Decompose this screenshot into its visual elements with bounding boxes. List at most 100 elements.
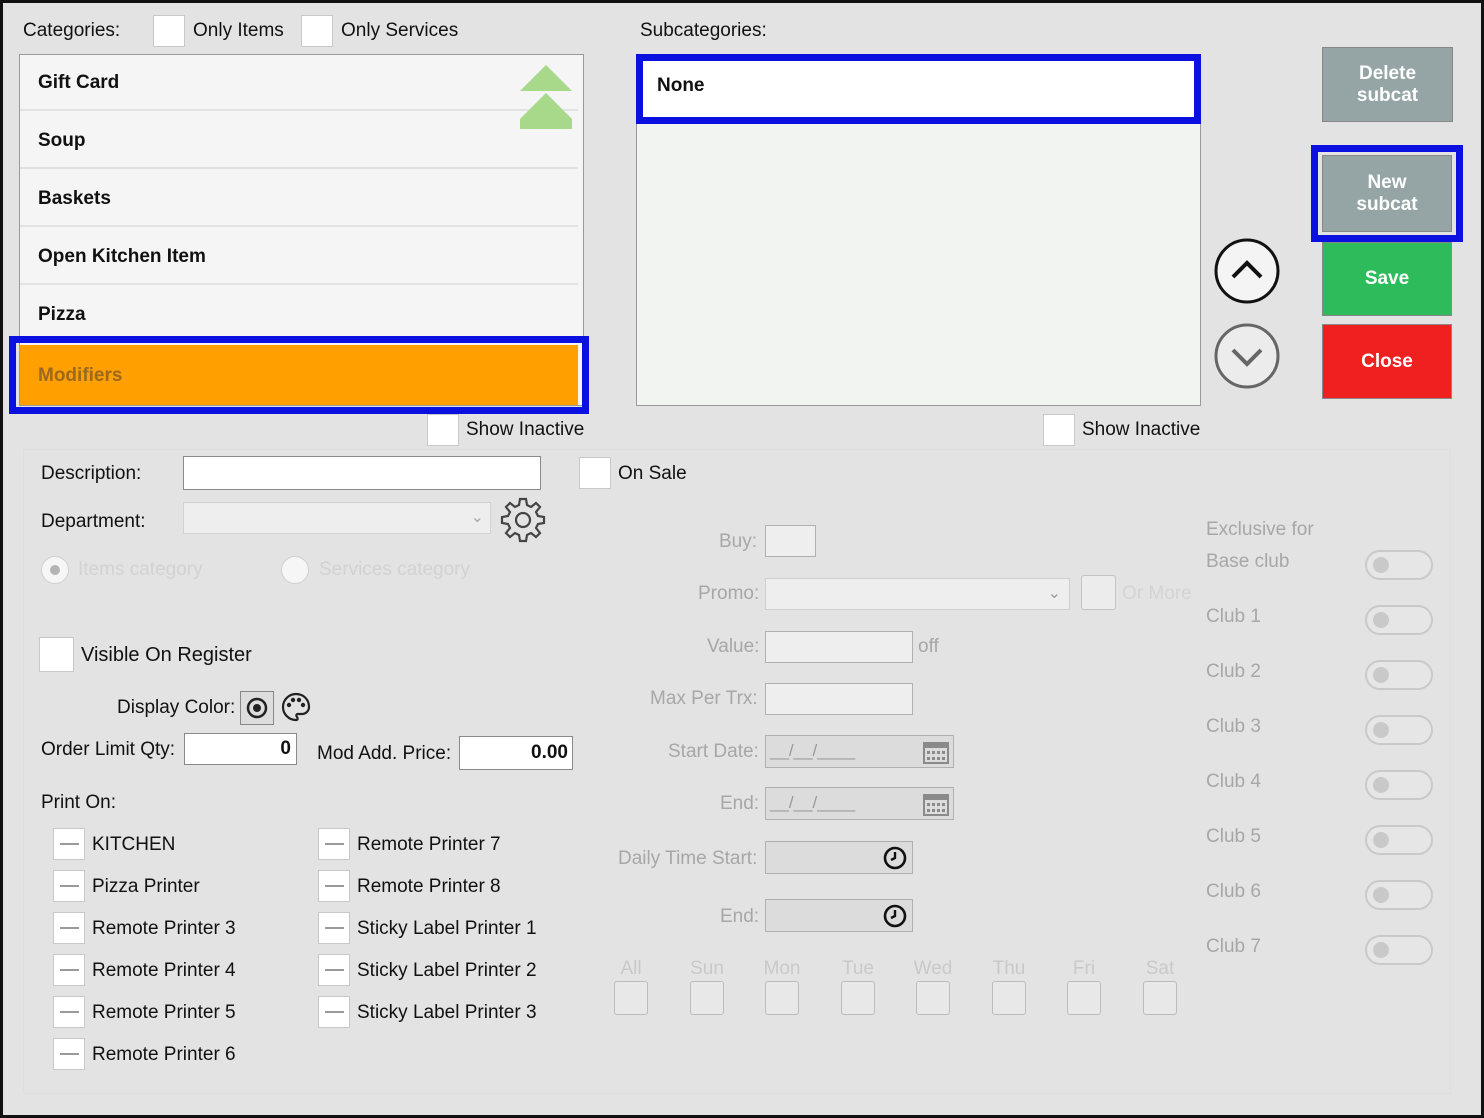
club-label: Club 7	[1206, 936, 1261, 957]
calendar-icon[interactable]	[922, 739, 950, 765]
printer-checkbox[interactable]	[318, 870, 350, 902]
printer-checkbox[interactable]	[53, 828, 85, 860]
only-services-checkbox[interactable]	[301, 15, 333, 47]
club-toggle[interactable]	[1365, 770, 1433, 800]
description-input[interactable]	[183, 456, 541, 490]
club-label: Club 2	[1206, 661, 1261, 682]
club-toggle[interactable]	[1365, 715, 1433, 745]
or-more-label: Or More	[1122, 583, 1192, 604]
buy-input[interactable]	[765, 525, 816, 557]
list-item-selected[interactable]: Modifiers	[20, 345, 578, 405]
printer-label: Remote Printer 6	[92, 1044, 236, 1065]
order-limit-label: Order Limit Qty:	[41, 739, 176, 760]
move-down-icon[interactable]	[1213, 322, 1281, 390]
chevron-down-icon: ⌄	[1047, 585, 1061, 602]
printer-checkbox[interactable]	[318, 954, 350, 986]
list-item[interactable]: Pizza	[20, 287, 578, 343]
club-toggle[interactable]	[1365, 550, 1433, 580]
day-label: All	[620, 958, 642, 979]
day-label: Thu	[992, 958, 1026, 979]
category-list[interactable]: Gift Card Soup Baskets Open Kitchen Item…	[19, 54, 584, 406]
only-items-checkbox[interactable]	[153, 15, 185, 47]
palette-icon[interactable]	[280, 691, 312, 723]
clock-icon[interactable]	[882, 845, 908, 871]
start-date-label: Start Date:	[668, 741, 759, 762]
items-category-label: Items category	[78, 559, 203, 580]
list-item[interactable]: Open Kitchen Item	[20, 229, 578, 285]
max-per-trx-input[interactable]	[765, 683, 913, 715]
category-editor-window: Categories: Only Items Only Services Gif…	[0, 0, 1484, 1118]
move-up-icon[interactable]	[1213, 237, 1281, 305]
list-item[interactable]: Soup	[20, 113, 578, 169]
time-end-label: End:	[720, 906, 760, 927]
club-toggle[interactable]	[1365, 825, 1433, 855]
club-toggle[interactable]	[1365, 880, 1433, 910]
new-subcat-button[interactable]: New subcat	[1322, 155, 1452, 232]
day-checkbox[interactable]	[765, 981, 799, 1015]
department-label: Department:	[41, 511, 146, 532]
services-category-radio[interactable]	[281, 556, 309, 584]
printer-label: Remote Printer 5	[92, 1002, 236, 1023]
end-date-input[interactable]: __/__/____	[765, 787, 954, 820]
day-label: Fri	[1072, 958, 1096, 979]
off-label: off	[918, 636, 939, 657]
scroll-top-icon[interactable]	[518, 63, 574, 133]
value-input[interactable]	[765, 631, 913, 663]
club-toggle[interactable]	[1365, 660, 1433, 690]
day-checkbox[interactable]	[841, 981, 875, 1015]
club-label: Club 4	[1206, 771, 1261, 792]
time-end-input[interactable]	[765, 899, 913, 932]
items-category-radio[interactable]	[41, 556, 69, 584]
printer-checkbox[interactable]	[318, 828, 350, 860]
on-sale-checkbox[interactable]	[579, 457, 611, 489]
department-select[interactable]: ⌄	[183, 502, 491, 534]
gear-icon[interactable]	[499, 496, 547, 544]
printer-checkbox[interactable]	[53, 996, 85, 1028]
services-category-label: Services category	[319, 559, 471, 580]
max-per-trx-label: Max Per Trx:	[650, 688, 758, 709]
mod-add-price-input[interactable]: 0.00	[459, 736, 573, 770]
list-item[interactable]: Gift Card	[20, 55, 578, 111]
list-item[interactable]: Baskets	[20, 171, 578, 227]
list-item[interactable]: None	[637, 55, 1200, 121]
printer-label: Sticky Label Printer 2	[357, 960, 537, 981]
clock-icon[interactable]	[882, 903, 908, 929]
day-checkbox[interactable]	[992, 981, 1026, 1015]
printer-checkbox[interactable]	[53, 912, 85, 944]
subcategory-show-inactive-checkbox[interactable]	[1043, 414, 1075, 446]
daily-time-start-input[interactable]	[765, 841, 913, 874]
day-checkbox[interactable]	[614, 981, 648, 1015]
on-sale-label: On Sale	[618, 463, 687, 484]
day-checkbox[interactable]	[1143, 981, 1177, 1015]
day-label: Wed	[913, 958, 953, 979]
club-label: Club 3	[1206, 716, 1261, 737]
printer-checkbox[interactable]	[53, 1038, 85, 1070]
printer-checkbox[interactable]	[53, 870, 85, 902]
mod-add-price-label: Mod Add. Price:	[317, 743, 452, 764]
delete-subcat-button[interactable]: Delete subcat	[1322, 47, 1453, 122]
start-date-input[interactable]: __/__/____	[765, 735, 954, 768]
club-toggle[interactable]	[1365, 935, 1433, 965]
printer-checkbox[interactable]	[53, 954, 85, 986]
club-toggle[interactable]	[1365, 605, 1433, 635]
or-more-checkbox[interactable]	[1081, 575, 1116, 610]
color-swatch[interactable]	[240, 691, 274, 725]
subcategory-list[interactable]: None	[636, 54, 1201, 406]
printer-label: Sticky Label Printer 3	[357, 1002, 537, 1023]
category-show-inactive-checkbox[interactable]	[427, 414, 459, 446]
promo-select[interactable]: ⌄	[765, 578, 1070, 610]
day-label: Mon	[763, 958, 801, 979]
printer-checkbox[interactable]	[318, 996, 350, 1028]
save-button[interactable]: Save	[1322, 242, 1452, 316]
day-checkbox[interactable]	[690, 981, 724, 1015]
day-checkbox[interactable]	[916, 981, 950, 1015]
category-show-inactive-label: Show Inactive	[466, 419, 585, 440]
order-limit-input[interactable]: 0	[184, 733, 297, 765]
calendar-icon[interactable]	[922, 791, 950, 817]
close-button[interactable]: Close	[1322, 324, 1452, 399]
printer-checkbox[interactable]	[318, 912, 350, 944]
day-checkbox[interactable]	[1067, 981, 1101, 1015]
visible-on-register-checkbox[interactable]	[39, 637, 74, 672]
only-services-label: Only Services	[341, 20, 459, 41]
chevron-down-icon: ⌄	[470, 509, 484, 526]
